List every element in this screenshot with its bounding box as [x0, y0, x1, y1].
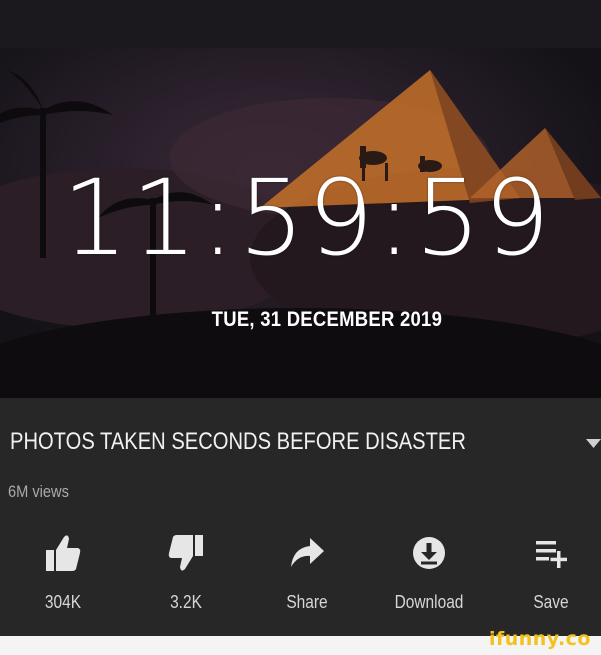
thumbs-down-icon	[168, 535, 203, 571]
download-icon	[413, 537, 445, 569]
download-label: Download	[394, 592, 464, 612]
share-icon	[291, 538, 324, 567]
video-player[interactable]: 11:59:59 TUE, 31 DECEMBER 2019	[0, 48, 601, 398]
view-count: 6M views	[8, 482, 69, 501]
dislike-button[interactable]: 3.2K	[131, 528, 241, 618]
like-count: 304K	[44, 592, 82, 612]
screenshot-frame: 11:59:59 TUE, 31 DECEMBER 2019 PHOTOS TA…	[0, 0, 601, 655]
save-label: Save	[533, 592, 569, 612]
expand-description-icon[interactable]	[586, 436, 601, 450]
lockscreen-clock: 11:59:59	[61, 157, 554, 279]
like-button[interactable]: 304K	[8, 528, 118, 618]
video-title[interactable]: PHOTOS TAKEN SECONDS BEFORE DISASTER	[10, 428, 466, 456]
share-button[interactable]: Share	[252, 528, 362, 618]
top-bar	[0, 0, 601, 48]
share-label: Share	[286, 592, 328, 612]
save-to-playlist-icon	[536, 541, 567, 568]
thumbs-up-icon	[46, 535, 81, 571]
dislike-count: 3.2K	[170, 592, 202, 612]
lockscreen-date: TUE, 31 DECEMBER 2019	[211, 308, 443, 331]
download-button[interactable]: Download	[374, 528, 484, 618]
ifunny-watermark: ifunny.co	[488, 628, 591, 650]
save-button[interactable]: Save	[496, 528, 601, 618]
